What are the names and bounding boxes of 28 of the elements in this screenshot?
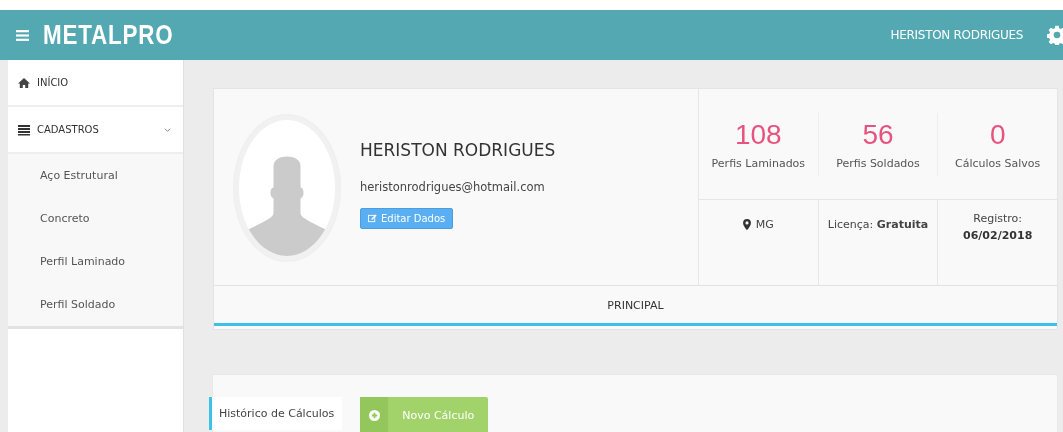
profile-tab[interactable]: PRINCIPAL [214, 286, 1057, 326]
edit-icon [368, 214, 377, 223]
sidebar-item[interactable]: INÍCIO [8, 60, 183, 107]
stat-label: Perfis Laminados [710, 156, 807, 170]
stat-value: 56 [861, 118, 895, 151]
registration-label: Registro: [973, 212, 1023, 225]
chevron-icon [164, 126, 171, 133]
license-text: Licença: Gratuita [827, 218, 929, 231]
menu-icon[interactable] [16, 28, 29, 42]
stat-label: Cálculos Salvos [954, 156, 1042, 170]
list-icon [18, 123, 30, 136]
settings-icon[interactable] [1047, 25, 1063, 45]
history-tab[interactable]: Histórico de Cálculos [209, 397, 343, 430]
home-icon [18, 76, 30, 89]
location-pin-icon [742, 219, 751, 230]
plus-icon [368, 409, 380, 421]
registration-date: 06/02/2018 [963, 229, 1033, 242]
stat-label: Perfis Soldados [835, 156, 921, 170]
profile-email: heristonrodrigues@hotmail.com [360, 180, 545, 194]
stat-value: 108 [733, 118, 783, 151]
app-logo: METALPRO [43, 19, 174, 51]
profile-name: HERISTON RODRIGUES [360, 140, 556, 160]
submenu-item[interactable]: Aço Estrutural [40, 154, 183, 197]
submenu-item[interactable]: Perfil Soldado [40, 283, 183, 326]
submenu-item[interactable]: Concreto [40, 197, 183, 240]
submenu-item[interactable]: Perfil Laminado [40, 240, 183, 283]
location-text: MG [755, 218, 774, 231]
stat-value: 0 [988, 118, 1007, 151]
